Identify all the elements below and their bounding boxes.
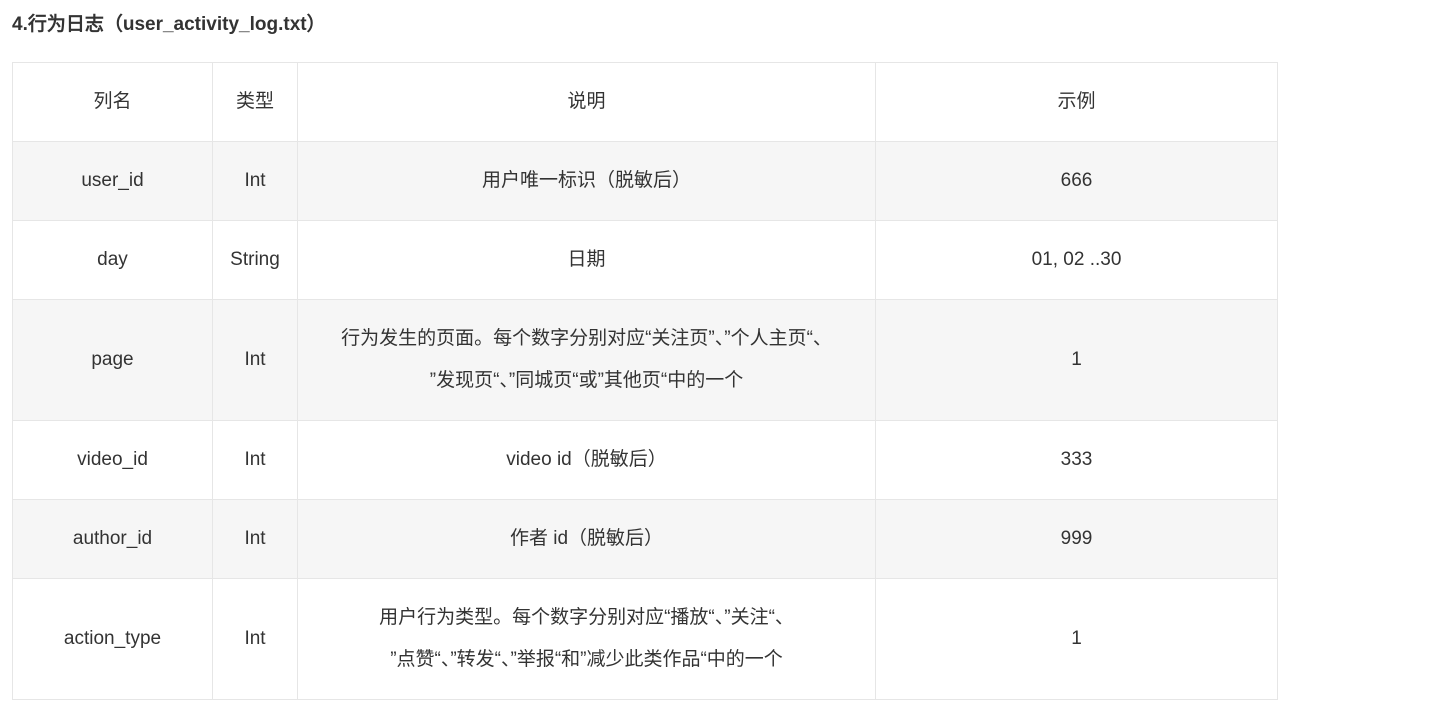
- cell-example: 1: [875, 299, 1278, 421]
- table-row: author_id Int 作者 id（脱敏后） 999: [12, 499, 1278, 579]
- cell-description: 日期: [297, 220, 876, 300]
- user-activity-log-table: 列名 类型 说明 示例 user_id Int 用户唯一标识（脱敏后） 666 …: [12, 62, 1278, 700]
- cell-example: 1: [875, 578, 1278, 700]
- cell-column-name: video_id: [12, 420, 213, 500]
- cell-column-name: author_id: [12, 499, 213, 579]
- table-row: user_id Int 用户唯一标识（脱敏后） 666: [12, 141, 1278, 221]
- cell-column-name: day: [12, 220, 213, 300]
- cell-type: Int: [212, 499, 298, 579]
- table-row: page Int 行为发生的页面。每个数字分别对应“关注页”、”个人主页“、 ”…: [12, 299, 1278, 421]
- cell-example: 333: [875, 420, 1278, 500]
- cell-type: Int: [212, 141, 298, 221]
- header-description: 说明: [297, 62, 876, 142]
- section-title: 4.行为日志（user_activity_log.txt）: [12, 14, 326, 35]
- cell-example: 01, 02 ..30: [875, 220, 1278, 300]
- cell-description: 行为发生的页面。每个数字分别对应“关注页”、”个人主页“、 ”发现页“、”同城页…: [297, 299, 876, 421]
- description-line: ”发现页“、”同城页“或”其他页“中的一个: [429, 370, 744, 391]
- cell-description: video id（脱敏后）: [297, 420, 876, 500]
- description-line: 用户行为类型。每个数字分别对应“播放“、”关注“、: [379, 607, 794, 628]
- cell-description: 用户行为类型。每个数字分别对应“播放“、”关注“、 ”点赞“、”转发“、”举报“…: [297, 578, 876, 700]
- cell-type: Int: [212, 578, 298, 700]
- cell-type: Int: [212, 420, 298, 500]
- cell-type: String: [212, 220, 298, 300]
- cell-column-name: action_type: [12, 578, 213, 700]
- table-row: video_id Int video id（脱敏后） 333: [12, 420, 1278, 500]
- cell-description: 作者 id（脱敏后）: [297, 499, 876, 579]
- header-column-name: 列名: [12, 62, 213, 142]
- header-example: 示例: [875, 62, 1278, 142]
- header-type: 类型: [212, 62, 298, 142]
- cell-type: Int: [212, 299, 298, 421]
- table-row: day String 日期 01, 02 ..30: [12, 220, 1278, 300]
- description-line: 行为发生的页面。每个数字分别对应“关注页”、”个人主页“、: [341, 328, 832, 349]
- cell-description: 用户唯一标识（脱敏后）: [297, 141, 876, 221]
- cell-example: 666: [875, 141, 1278, 221]
- cell-example: 999: [875, 499, 1278, 579]
- cell-column-name: user_id: [12, 141, 213, 221]
- description-line: ”点赞“、”转发“、”举报“和”减少此类作品“中的一个: [390, 649, 783, 670]
- cell-column-name: page: [12, 299, 213, 421]
- table-row: action_type Int 用户行为类型。每个数字分别对应“播放“、”关注“…: [12, 578, 1278, 700]
- table-header-row: 列名 类型 说明 示例: [12, 62, 1278, 142]
